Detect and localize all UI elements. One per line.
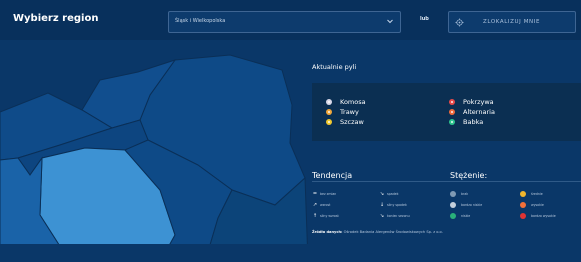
pollen-dot-icon xyxy=(449,99,455,105)
trend-arrow-up-right-icon: ↗ xyxy=(312,202,318,208)
pollen-dot-icon xyxy=(449,119,455,125)
pollen-dot-icon xyxy=(326,109,332,115)
data-source: Źródło danych: Ośrodek Badania Alergenów… xyxy=(312,230,443,234)
concentration-label: brak xyxy=(461,192,469,196)
concentration-label: średnie xyxy=(531,192,543,196)
chevron-down-icon xyxy=(387,19,393,24)
concentration-label: bardzo niskie xyxy=(461,203,483,207)
header-bar: Wybierz region Śląsk i Wielkopolska lub … xyxy=(0,0,581,40)
trend-season-end-icon: ↘ xyxy=(379,213,385,219)
trend-arrow-down-right-icon: ↘ xyxy=(379,191,385,197)
trend-arrow-up-icon: ↑ xyxy=(312,213,318,219)
page-title: Wybierz region xyxy=(13,13,99,24)
current-pollen-title: Aktualnie pyli xyxy=(312,63,357,71)
current-pollen-panel: Komosa Trawy Szczaw Pokrzywa Alternaria … xyxy=(312,83,581,141)
pollen-name: Komosa xyxy=(340,98,366,106)
bottom-band xyxy=(0,244,581,262)
concentration-dot-icon xyxy=(450,213,456,219)
trend-equal-icon: = xyxy=(312,191,318,197)
pollen-name: Pokrzywa xyxy=(463,98,494,106)
region-select[interactable]: Śląsk i Wielkopolska xyxy=(168,11,401,33)
or-label: lub xyxy=(420,16,429,22)
locate-me-label: ZLOKALIZUJ MNIE xyxy=(483,19,541,25)
concentration-title: Stężenie: xyxy=(450,171,488,180)
pollen-name: Szczaw xyxy=(340,118,364,126)
trend-label: silny spadek xyxy=(387,203,407,207)
trend-label: koniec sezonu xyxy=(387,214,410,218)
concentration-label: niskie xyxy=(461,214,471,218)
data-source-label: Źródło danych: xyxy=(312,230,343,234)
concentration-dot-icon xyxy=(520,213,526,219)
trend-title: Tendencja xyxy=(312,171,353,180)
pollen-name: Alternaria xyxy=(463,108,495,116)
trend-label: wzrost xyxy=(320,203,331,207)
concentration-dot-icon xyxy=(520,191,526,197)
location-crosshair-icon xyxy=(455,18,464,27)
trend-arrow-down-icon: ↓ xyxy=(379,202,385,208)
pollen-name: Trawy xyxy=(340,108,359,116)
legend-divider xyxy=(312,181,581,182)
concentration-dot-icon xyxy=(520,202,526,208)
concentration-label: bardzo wysokie xyxy=(531,214,556,218)
pollen-dot-icon xyxy=(326,99,332,105)
pollen-name: Babka xyxy=(463,118,484,126)
trend-label: silny wzrost xyxy=(320,214,339,218)
region-select-value: Śląsk i Wielkopolska xyxy=(175,18,226,24)
trend-label: bez zmian xyxy=(320,192,337,196)
data-source-text: Ośrodek Badania Alergenów Środowiskowych… xyxy=(343,230,443,234)
concentration-label: wysokie xyxy=(531,203,544,207)
locate-me-button[interactable]: ZLOKALIZUJ MNIE xyxy=(448,11,576,33)
pollen-dot-icon xyxy=(326,119,332,125)
trend-label: spadek xyxy=(387,192,399,196)
pollen-dot-icon xyxy=(449,109,455,115)
concentration-dot-icon xyxy=(450,191,456,197)
concentration-dot-icon xyxy=(450,202,456,208)
